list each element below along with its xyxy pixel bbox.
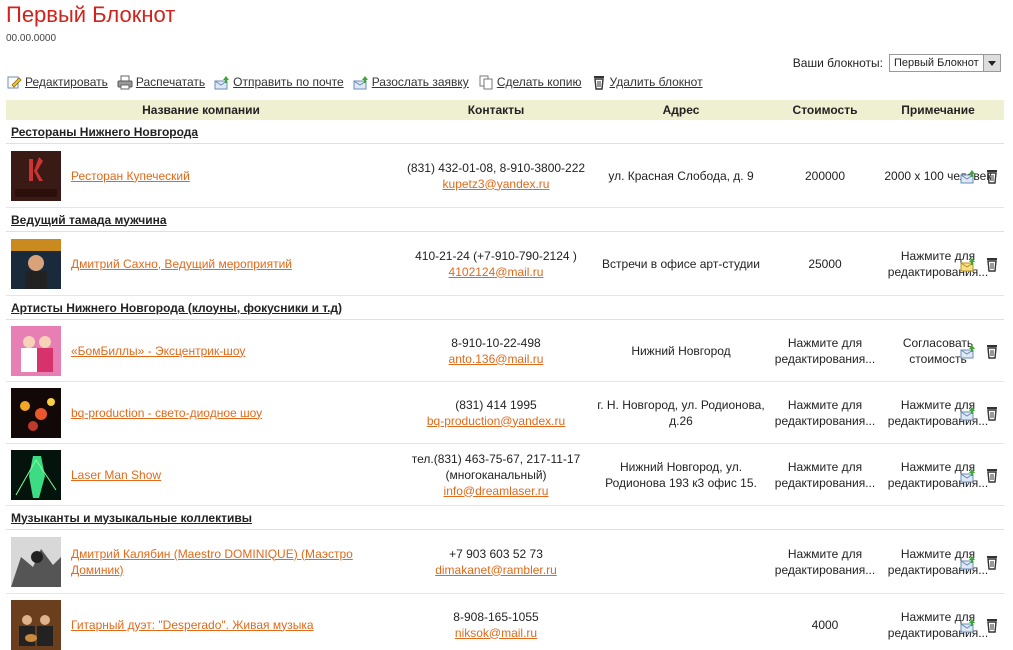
chevron-down-icon[interactable] [983, 55, 1000, 71]
company-thumbnail [11, 449, 61, 500]
trash-icon[interactable] [984, 168, 1000, 184]
cost-text[interactable]: Нажмите для редактирования... [766, 397, 884, 429]
company-thumbnail [11, 150, 61, 201]
email-link[interactable]: kupetz3@yandex.ru [396, 176, 596, 192]
table-row: Дмитрий Сахно, Ведущий мероприятий 410-2… [6, 232, 1004, 296]
table-header: Название компании Контакты Адрес Стоимос… [6, 100, 1004, 120]
page-date: 00.00.0000 [6, 33, 57, 44]
notebook-selector: Ваши блокноты: Первый Блокнот [793, 54, 1001, 72]
company-link[interactable]: Гитарный дуэт: "Desperado". Живая музыка [71, 617, 314, 633]
copy-button[interactable]: Сделать копию [478, 74, 582, 90]
contacts-text: (831) 414 1995 [455, 397, 537, 412]
send-mail-icon[interactable] [960, 168, 976, 184]
email-link[interactable]: bq-production@yandex.ru [396, 413, 596, 429]
notebook-table: Название компании Контакты Адрес Стоимос… [6, 100, 1004, 650]
send-mail-icon[interactable] [960, 617, 976, 633]
edit-label: Редактировать [25, 75, 108, 89]
send-mail-icon[interactable] [960, 343, 976, 359]
company-thumbnail [11, 387, 61, 438]
email-link[interactable]: 4102124@mail.ru [396, 264, 596, 280]
cost-text[interactable]: 200000 [766, 168, 884, 184]
send-email-button[interactable]: Отправить по почте [214, 74, 344, 90]
send-mail-icon[interactable] [960, 467, 976, 483]
address-text: Нижний Новгород, ул. Родионова 193 к3 оф… [605, 459, 757, 490]
company-link[interactable]: Дмитрий Калябин (Maestro DOMINIQUE) (Маэ… [71, 546, 396, 578]
company-link[interactable]: «БомБиллы» - Эксцентрик-шоу [71, 343, 245, 359]
copy-label: Сделать копию [496, 75, 582, 89]
pencil-icon [7, 76, 22, 89]
group-header[interactable]: Артисты Нижнего Новгорода (клоуны, фокус… [6, 296, 1004, 320]
header-contacts: Контакты [467, 103, 525, 117]
header-address: Адрес [662, 103, 700, 117]
edit-button[interactable]: Редактировать [6, 74, 108, 90]
address-text: Встречи в офисе арт-студии [602, 256, 760, 271]
email-link[interactable]: info@dreamlaser.ru [396, 483, 596, 499]
notebook-select-label: Ваши блокноты: [792, 56, 883, 70]
trash-icon[interactable] [984, 405, 1000, 421]
table-row: «БомБиллы» - Эксцентрик-шоу 8-910-10-22-… [6, 320, 1004, 382]
email-link[interactable]: dimakanet@rambler.ru [396, 562, 596, 578]
distribute-label: Разослать заявку [371, 75, 469, 89]
header-cost: Стоимость [792, 103, 858, 117]
toolbar: Редактировать Распечатать Отправить по п… [6, 74, 703, 90]
trash-icon [593, 76, 604, 90]
group-header[interactable]: Ведущий тамада мужчина [6, 208, 1004, 232]
company-link[interactable]: bq-production - свето-диодное шоу [71, 405, 262, 421]
contacts-text: тел.(831) 463-75-67, 217-11-17 (многокан… [411, 451, 581, 482]
table-row: Гитарный дуэт: "Desperado". Живая музыка… [6, 594, 1004, 650]
trash-icon[interactable] [984, 617, 1000, 633]
cost-text[interactable]: Нажмите для редактирования... [766, 335, 884, 367]
delete-notebook-button[interactable]: Удалить блокнот [591, 74, 703, 90]
company-link[interactable]: Laser Man Show [71, 467, 161, 483]
copy-icon [479, 75, 493, 90]
contacts-text: 8-910-10-22-498 [451, 335, 541, 350]
company-thumbnail [11, 599, 61, 650]
company-thumbnail [11, 536, 61, 587]
cost-text[interactable]: 25000 [766, 256, 884, 272]
header-note: Примечание [901, 103, 975, 117]
header-name: Название компании [142, 103, 260, 117]
print-button[interactable]: Распечатать [117, 74, 205, 90]
send-mail-icon[interactable] [960, 405, 976, 421]
contacts-text: 410-21-24 (+7-910-790-2124 ) [415, 248, 577, 263]
send-email-label: Отправить по почте [233, 75, 344, 89]
trash-icon[interactable] [984, 256, 1000, 272]
delete-notebook-label: Удалить блокнот [609, 75, 703, 89]
company-thumbnail [11, 238, 61, 289]
address-text: Нижний Новгород [631, 343, 731, 358]
printer-icon [117, 75, 133, 90]
send-mail-icon[interactable] [960, 554, 976, 570]
contacts-text: (831) 432-01-08, 8-910-3800-222 [406, 160, 586, 175]
table-row: Laser Man Show тел.(831) 463-75-67, 217-… [6, 444, 1004, 506]
table-row: Дмитрий Калябин (Maestro DOMINIQUE) (Маэ… [6, 530, 1004, 594]
notebook-select[interactable]: Первый Блокнот [889, 54, 1001, 72]
table-row: Ресторан Купеческий (831) 432-01-08, 8-9… [6, 144, 1004, 208]
cost-text[interactable]: 4000 [766, 617, 884, 633]
group-header[interactable]: Рестораны Нижнего Новгорода [6, 120, 1004, 144]
company-link[interactable]: Дмитрий Сахно, Ведущий мероприятий [71, 256, 292, 272]
page-title: Первый Блокнот [6, 2, 176, 27]
group-header[interactable]: Музыканты и музыкальные коллективы [6, 506, 1004, 530]
contacts-text: +7 903 603 52 73 [449, 546, 543, 561]
cost-text[interactable]: Нажмите для редактирования... [766, 546, 884, 578]
distribute-icon [353, 76, 368, 90]
send-mail-icon[interactable] [960, 256, 976, 272]
contacts-text: 8-908-165-1055 [453, 609, 539, 624]
company-thumbnail [11, 325, 61, 376]
company-link[interactable]: Ресторан Купеческий [71, 168, 190, 184]
cost-text[interactable]: Нажмите для редактирования... [766, 459, 884, 491]
distribute-button[interactable]: Разослать заявку [353, 74, 469, 90]
email-link[interactable]: anto.136@mail.ru [396, 351, 596, 367]
email-link[interactable]: niksok@mail.ru [396, 625, 596, 641]
trash-icon[interactable] [984, 343, 1000, 359]
table-row: bq-production - свето-диодное шоу (831) … [6, 382, 1004, 444]
trash-icon[interactable] [984, 554, 1000, 570]
address-text: г. Н. Новгород, ул. Родионова, д.26 [597, 397, 765, 428]
trash-icon[interactable] [984, 467, 1000, 483]
address-text: ул. Красная Слобода, д. 9 [608, 168, 754, 183]
send-mail-icon [214, 76, 230, 90]
print-label: Распечатать [135, 75, 206, 89]
notebook-select-value: Первый Блокнот [894, 57, 979, 69]
